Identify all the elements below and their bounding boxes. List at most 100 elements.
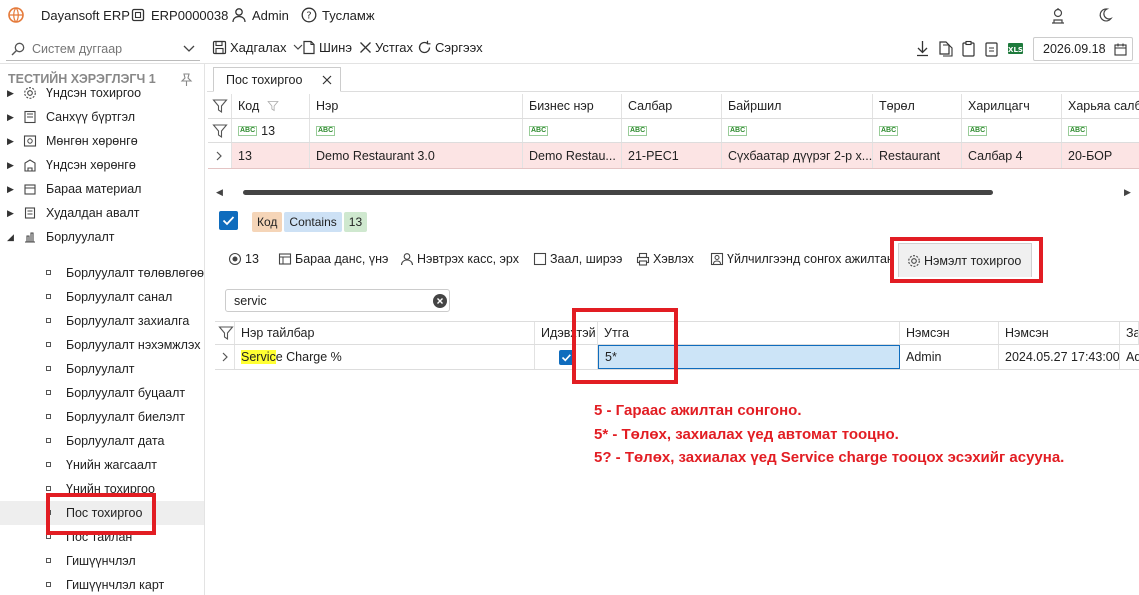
column-filter-input[interactable]: ABC (962, 119, 1062, 142)
table-cell[interactable]: Demo Restau... (523, 143, 622, 168)
download-icon[interactable] (915, 40, 930, 57)
sidebar-item-9[interactable]: Үнийн жагсаалт (0, 453, 204, 477)
column-header[interactable]: Төрөл (873, 94, 962, 118)
tab-sub-1[interactable]: 13 (228, 241, 259, 277)
paste-icon[interactable] (984, 40, 999, 57)
sidebar-item-3[interactable]: Борлуулалт захиалга (0, 309, 204, 333)
sidebar-group-3[interactable]: ▶ Мөнгөн хөрөнгө (0, 129, 204, 153)
new-button[interactable]: Шинэ (302, 40, 352, 55)
header-filter-toggle[interactable] (208, 94, 232, 118)
filter-icon[interactable] (218, 325, 234, 341)
filter-icon[interactable] (212, 123, 228, 139)
system-search[interactable] (6, 37, 200, 61)
calendar-icon[interactable] (1114, 43, 1127, 56)
system-search-input[interactable] (32, 40, 177, 58)
value-input[interactable]: 5* (598, 345, 900, 369)
scroll-left-icon[interactable]: ◀ (216, 187, 223, 198)
column-header[interactable]: Бизнес нэр (523, 94, 622, 118)
close-tab-icon[interactable] (322, 75, 332, 85)
tab-sub-5[interactable]: Хэвлэх (636, 241, 694, 277)
sidebar-group-1[interactable]: ▶ Үндсэн тохиргоо (0, 81, 204, 105)
chevron-down-icon[interactable] (183, 45, 195, 53)
row-expand-button[interactable] (215, 345, 235, 369)
column-header[interactable]: Харилцагч (962, 94, 1062, 118)
sidebar-item-2[interactable]: Борлуулалт санал (0, 285, 204, 309)
column-header[interactable]: Байршил (722, 94, 873, 118)
filter-chip-group[interactable]: Код Contains 13 (252, 212, 368, 232)
user-menu[interactable]: Admin (231, 7, 289, 23)
collapsed-arrow-icon[interactable]: ▶ (7, 112, 14, 123)
table-cell[interactable]: 13 (232, 143, 310, 168)
help-button[interactable]: ? Тусламж (301, 7, 375, 23)
sidebar-item-13[interactable]: Гишүүнчлэл (0, 549, 204, 573)
setting-name-cell[interactable]: Servic e Charge % (235, 345, 535, 369)
scrollbar-thumb[interactable] (243, 190, 993, 195)
sidebar-item-12[interactable]: Пос тайлан (0, 525, 204, 549)
sidebar-item-6[interactable]: Борлуулалт буцаалт (0, 381, 204, 405)
column-filter-icon[interactable] (267, 100, 280, 112)
collapsed-arrow-icon[interactable]: ▶ (7, 208, 14, 219)
tab-sub-7[interactable]: Нэмэлт тохиргоо (898, 243, 1033, 277)
column-filter-input[interactable]: ABC (622, 119, 722, 142)
date-picker[interactable]: 2026.09.18 (1033, 37, 1133, 61)
settings-column-header[interactable]: За (1120, 322, 1139, 344)
sidebar-group-6[interactable]: ▶ Худалдан авалт (0, 201, 204, 225)
sidebar-item-4[interactable]: Борлуулалт нэхэмжлэх (0, 333, 204, 357)
sidebar-item-7[interactable]: Борлуулалт биелэлт (0, 405, 204, 429)
extra-cell[interactable]: Ad (1120, 345, 1139, 369)
sidebar-item-14[interactable]: Гишүүнчлэл карт (0, 573, 204, 595)
copy-document-icon[interactable] (938, 40, 953, 57)
sidebar-group-2[interactable]: ▶ Санхүү бүртгэл (0, 105, 204, 129)
row-expand-button[interactable] (208, 143, 232, 168)
tab-pos-settings[interactable]: Пос тохиргоо (213, 67, 341, 92)
settings-search-box[interactable]: servic (225, 289, 450, 312)
column-filter-input[interactable]: ABC (722, 119, 873, 142)
settings-row[interactable]: Servic e Charge % 5* Admin 2024.05.27 17:43:… (215, 345, 1139, 370)
column-filter-input[interactable]: ABC (523, 119, 622, 142)
sidebar-item-8[interactable]: Борлуулалт дата (0, 429, 204, 453)
column-filter-input[interactable]: ABC (1062, 119, 1139, 142)
sidebar-group-5[interactable]: ▶ Бараа материал (0, 177, 204, 201)
filter-enabled-checkbox[interactable] (219, 211, 238, 230)
save-dropdown-icon[interactable] (293, 44, 303, 51)
filter-icon[interactable] (212, 98, 228, 114)
dark-mode-toggle[interactable] (1097, 7, 1113, 23)
added-at-cell[interactable]: 2024.05.27 17:43:00 (999, 345, 1120, 369)
excel-icon[interactable]: XLS (1007, 40, 1024, 57)
active-checkbox[interactable] (558, 349, 574, 365)
table-cell[interactable]: 20-БОР (1062, 143, 1139, 168)
tab-sub-4[interactable]: Заал, ширээ (533, 241, 622, 277)
table-cell[interactable]: Салбар 4 (962, 143, 1062, 168)
table-cell[interactable]: Demo Restaurant 3.0 (310, 143, 523, 168)
tab-sub-3[interactable]: Нэвтрэх касс, эрх (400, 241, 519, 277)
sidebar-item-5[interactable]: Борлуулалт (0, 357, 204, 381)
sidebar-group-7[interactable]: ◢ Борлуулалт (0, 225, 204, 249)
clear-search-button[interactable] (433, 294, 447, 308)
delete-button[interactable]: Устгах (359, 40, 413, 55)
collapsed-arrow-icon[interactable]: ▶ (7, 184, 14, 195)
table-cell[interactable]: Сүхбаатар дүүрэг 2-р х... (722, 143, 873, 168)
tab-sub-6[interactable]: Үйлчилгээнд сонгох ажилтан (710, 241, 894, 277)
robot-button[interactable] (1049, 7, 1067, 25)
table-row[interactable]: 13 Demo Restaurant 3.0 Demo Restau... 21-PE… (208, 143, 1139, 169)
column-filter-input[interactable]: ABC 13 (232, 119, 310, 142)
table-cell[interactable]: Restaurant (873, 143, 962, 168)
scroll-right-icon[interactable]: ▶ (1124, 187, 1131, 198)
column-header[interactable]: Нэр (310, 94, 523, 118)
collapsed-arrow-icon[interactable]: ▶ (7, 136, 14, 147)
settings-filter-toggle[interactable] (215, 322, 235, 344)
column-filter-input[interactable]: ABC (310, 119, 523, 142)
sidebar-group-4[interactable]: ▶ Үндсэн хөрөнгө (0, 153, 204, 177)
active-cell[interactable] (535, 345, 598, 369)
refresh-button[interactable]: Сэргээх (417, 40, 483, 55)
tab-sub-2[interactable]: Бараа данс, үнэ (278, 241, 388, 277)
settings-column-header[interactable]: Идэвхтэй (535, 322, 598, 344)
sidebar-item-1[interactable]: Борлуулалт төлөвлөгөө (0, 261, 204, 285)
added-by-cell[interactable]: Admin (900, 345, 999, 369)
collapsed-arrow-icon[interactable]: ▶ (7, 88, 14, 99)
expanded-arrow-icon[interactable]: ◢ (7, 232, 14, 243)
sidebar-item-10[interactable]: Үнийн тохиргоо (0, 477, 204, 501)
db-selector[interactable]: ERP0000038 (130, 7, 228, 23)
settings-column-header[interactable]: Утга (598, 322, 900, 344)
sidebar-item-11[interactable]: Пос тохиргоо (0, 501, 204, 525)
